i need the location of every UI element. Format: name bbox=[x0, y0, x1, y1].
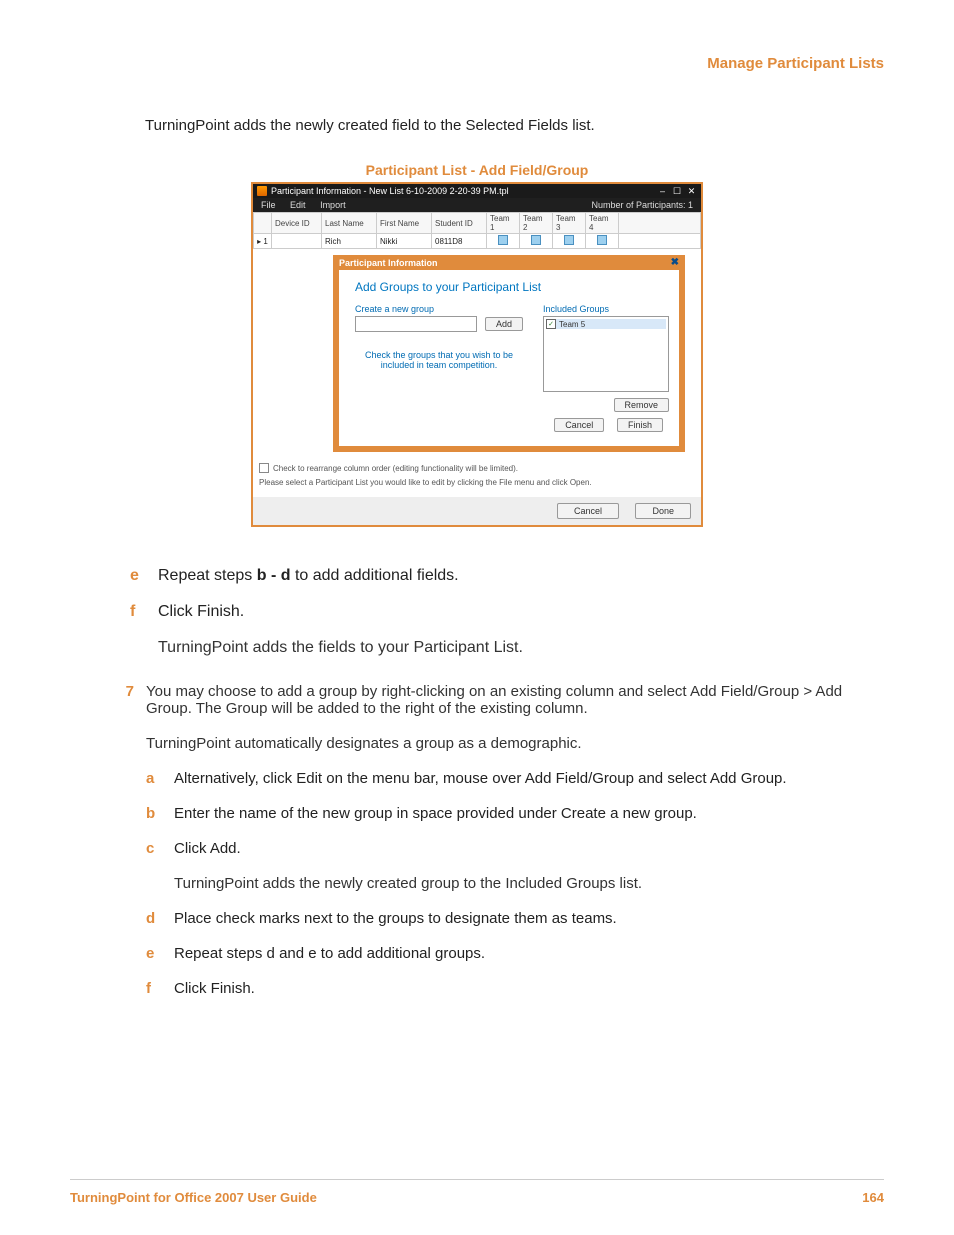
step-text: Click Finish. bbox=[174, 980, 884, 997]
step-text: TurningPoint automatically designates a … bbox=[146, 735, 884, 752]
data-grid: Device ID Last Name First Name Student I… bbox=[253, 212, 701, 497]
document-page: Manage Participant Lists TurningPoint ad… bbox=[0, 0, 954, 1235]
rearrange-label: Check to rearrange column order (editing… bbox=[273, 464, 518, 473]
checkbox-icon[interactable] bbox=[564, 235, 574, 245]
step-letter: d bbox=[146, 910, 174, 927]
modal-heading: Add Groups to your Participant List bbox=[355, 280, 663, 294]
table-row[interactable]: ▸ 1 Rich Nikki 0811D8 bbox=[254, 234, 701, 249]
figure-caption: Participant List - Add Field/Group bbox=[70, 162, 884, 178]
cancel-button[interactable]: Cancel bbox=[557, 503, 619, 519]
checkbox-icon[interactable] bbox=[597, 235, 607, 245]
list-item[interactable]: ✓ Team 5 bbox=[546, 319, 666, 329]
minimize-icon[interactable]: – bbox=[657, 186, 668, 196]
col-first-name[interactable]: First Name bbox=[377, 213, 432, 234]
add-button[interactable]: Add bbox=[485, 317, 523, 331]
cell-first-name[interactable]: Nikki bbox=[377, 234, 432, 249]
add-groups-modal: Participant Information ✖ Add Groups to … bbox=[333, 255, 685, 452]
window-title: Participant Information - New List 6-10-… bbox=[271, 186, 509, 196]
step-letter: b bbox=[146, 805, 174, 822]
cell-team1[interactable] bbox=[487, 234, 520, 249]
step-text: Alternatively, click Edit on the menu ba… bbox=[174, 770, 884, 787]
window-titlebar: Participant Information - New List 6-10-… bbox=[253, 184, 701, 198]
step-letter: e bbox=[130, 567, 158, 585]
step-text: Click Add. bbox=[174, 840, 884, 857]
cell-team4[interactable] bbox=[586, 234, 619, 249]
cell-team3[interactable] bbox=[553, 234, 586, 249]
checkbox-icon[interactable] bbox=[531, 235, 541, 245]
col-empty bbox=[619, 213, 701, 234]
remove-button[interactable]: Remove bbox=[614, 398, 670, 412]
step-letter: a bbox=[146, 770, 174, 787]
checkbox-icon[interactable] bbox=[259, 463, 269, 473]
menu-file[interactable]: File bbox=[261, 200, 276, 210]
modal-titlebar: Participant Information ✖ bbox=[333, 255, 685, 270]
new-group-input[interactable] bbox=[355, 316, 477, 332]
included-groups-listbox[interactable]: ✓ Team 5 bbox=[543, 316, 669, 392]
modal-title: Participant Information bbox=[339, 258, 438, 268]
step-letter: f bbox=[130, 603, 158, 621]
checkbox-icon[interactable]: ✓ bbox=[546, 319, 556, 329]
done-button[interactable]: Done bbox=[635, 503, 691, 519]
modal-finish-button[interactable]: Finish bbox=[617, 418, 663, 432]
step-text: Repeat steps d and e to add additional g… bbox=[174, 945, 884, 962]
menu-edit[interactable]: Edit bbox=[290, 200, 306, 210]
col-rowhead bbox=[254, 213, 272, 234]
checkbox-icon[interactable] bbox=[498, 235, 508, 245]
modal-hint: Check the groups that you wish to be inc… bbox=[355, 350, 523, 370]
step-text: Place check marks next to the groups to … bbox=[174, 910, 884, 927]
result-text: TurningPoint adds the newly created grou… bbox=[174, 875, 884, 892]
step-letter: c bbox=[146, 840, 174, 857]
col-team2[interactable]: Team 2 bbox=[520, 213, 553, 234]
rearrange-checkrow[interactable]: Check to rearrange column order (editing… bbox=[253, 460, 701, 476]
row-indicator: ▸ 1 bbox=[254, 234, 272, 249]
status-text: Please select a Participant List you wou… bbox=[253, 476, 701, 497]
window-controls: – ☐ ✕ bbox=[656, 186, 697, 196]
cell-student-id[interactable]: 0811D8 bbox=[432, 234, 487, 249]
maximize-icon[interactable]: ☐ bbox=[671, 186, 682, 196]
window-footer: Cancel Done bbox=[253, 497, 701, 525]
app-icon bbox=[257, 186, 267, 196]
footer-doc-title: TurningPoint for Office 2007 User Guide bbox=[70, 1190, 317, 1205]
step-text: You may choose to add a group by right-c… bbox=[146, 683, 884, 717]
modal-close-icon[interactable]: ✖ bbox=[671, 257, 679, 268]
cell-device-id[interactable] bbox=[272, 234, 322, 249]
table-header-row: Device ID Last Name First Name Student I… bbox=[254, 213, 701, 234]
col-last-name[interactable]: Last Name bbox=[322, 213, 377, 234]
cell-last-name[interactable]: Rich bbox=[322, 234, 377, 249]
list-item-label: Team 5 bbox=[559, 320, 585, 329]
included-groups-label: Included Groups bbox=[543, 304, 669, 314]
col-student-id[interactable]: Student ID bbox=[432, 213, 487, 234]
page-footer: TurningPoint for Office 2007 User Guide … bbox=[70, 1179, 884, 1205]
cell-team2[interactable] bbox=[520, 234, 553, 249]
menu-import[interactable]: Import bbox=[320, 200, 346, 210]
col-team1[interactable]: Team 1 bbox=[487, 213, 520, 234]
step-letter: f bbox=[146, 980, 174, 997]
embedded-screenshot: Participant Information - New List 6-10-… bbox=[251, 182, 703, 527]
intro-paragraph: TurningPoint adds the newly created fiel… bbox=[145, 117, 884, 134]
col-team4[interactable]: Team 4 bbox=[586, 213, 619, 234]
step-text: Enter the name of the new group in space… bbox=[174, 805, 884, 822]
page-number: 164 bbox=[862, 1190, 884, 1205]
col-device-id[interactable]: Device ID bbox=[272, 213, 322, 234]
participant-count: Number of Participants: 1 bbox=[591, 200, 693, 210]
close-icon[interactable]: ✕ bbox=[686, 186, 697, 196]
create-group-label: Create a new group bbox=[355, 304, 523, 314]
step-number: 7 bbox=[110, 683, 146, 1015]
step-text: Click Finish. bbox=[158, 603, 884, 621]
col-team3[interactable]: Team 3 bbox=[553, 213, 586, 234]
result-text: TurningPoint adds the fields to your Par… bbox=[158, 639, 884, 657]
step-letter: e bbox=[146, 945, 174, 962]
menubar: File Edit Import Number of Participants:… bbox=[253, 198, 701, 212]
modal-cancel-button[interactable]: Cancel bbox=[554, 418, 604, 432]
section-header: Manage Participant Lists bbox=[70, 55, 884, 72]
step-text: Repeat steps b - d to add additional fie… bbox=[158, 567, 884, 585]
